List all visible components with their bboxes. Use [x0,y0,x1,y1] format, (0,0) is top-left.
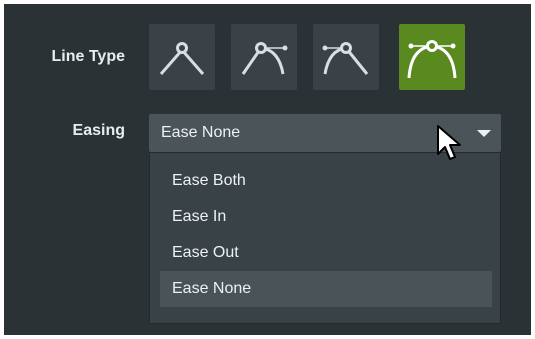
easing-label: Easing [72,122,125,139]
easing-option-ease-none[interactable]: Ease None [160,271,492,307]
line-curve-both-icon [322,42,369,75]
mouse-cursor-icon [437,125,461,160]
properties-panel: Line Type Easing Ease None Ease Both Eas… [4,4,531,335]
easing-option-ease-both[interactable]: Ease Both [160,163,492,199]
easing-option-ease-out[interactable]: Ease Out [160,235,492,271]
line-curve-smooth-icon [407,40,457,79]
easing-option-ease-in[interactable]: Ease In [160,199,492,235]
line-type-curve-both-button[interactable] [313,24,379,90]
chevron-down-icon[interactable] [477,130,491,137]
line-type-curve-right-button[interactable] [231,24,297,90]
line-type-straight-button[interactable] [149,24,215,90]
easing-selected-value: Ease None [161,124,241,141]
line-type-curve-smooth-button[interactable] [399,24,465,90]
line-straight-icon [159,42,205,75]
line-type-label: Line Type [51,48,126,65]
line-curve-right-icon [241,42,288,75]
easing-dropdown-menu: Ease Both Ease In Ease Out Ease None [149,152,501,324]
